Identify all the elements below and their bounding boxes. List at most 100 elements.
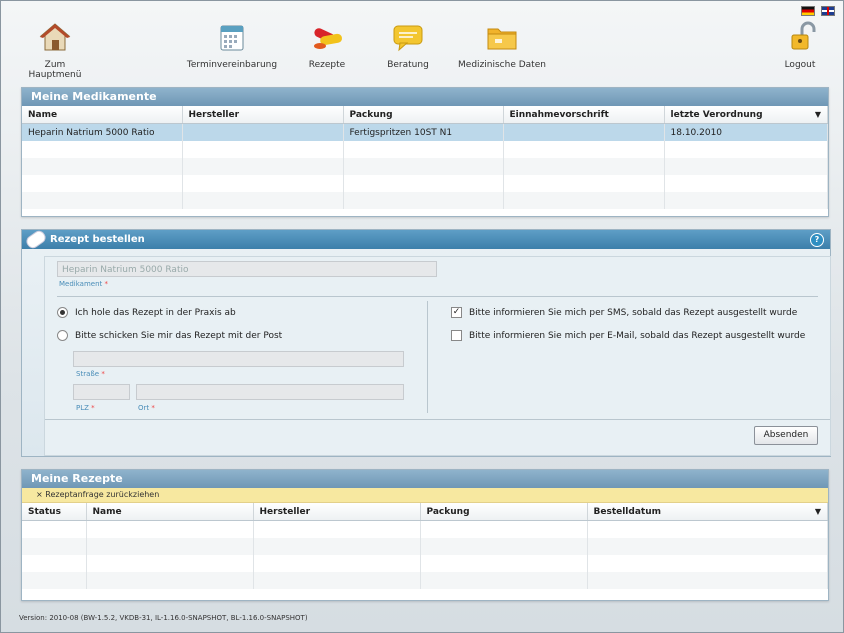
close-icon: × xyxy=(36,490,43,499)
zip-label: PLZ * xyxy=(76,404,95,412)
mail-radio[interactable] xyxy=(57,330,68,341)
col-header-status[interactable]: Status xyxy=(22,503,87,521)
prescriptions-header-row: Status Name Hersteller Packung Bestellda… xyxy=(22,503,828,521)
mail-option[interactable]: Bitte schicken Sie mir das Rezept mit de… xyxy=(57,330,282,341)
sort-down-icon[interactable]: ▼ xyxy=(815,507,821,516)
email-option[interactable]: Bitte informieren Sie mich per E-Mail, s… xyxy=(451,330,805,341)
nav-home[interactable]: Zum Hauptmenü xyxy=(17,21,93,80)
speech-bubble-icon xyxy=(393,25,423,52)
mail-label: Bitte schicken Sie mir das Rezept mit de… xyxy=(75,330,283,341)
table-row xyxy=(22,572,828,589)
table-row[interactable]: Heparin Natrium 5000 Ratio Fertigspritze… xyxy=(22,123,828,141)
app-window: Zum Hauptmenü Terminvereinbarung Rezepte xyxy=(0,0,844,633)
medications-title: Meine Medikamente xyxy=(22,88,828,106)
table-row xyxy=(22,175,828,192)
nav-consulting-label: Beratung xyxy=(387,60,429,70)
medication-field[interactable]: Heparin Natrium 5000 Ratio xyxy=(57,261,437,277)
col-header-order-date-label: Bestelldatum xyxy=(593,506,662,517)
street-label: Straße * xyxy=(76,370,105,378)
order-title-bar: Rezept bestellen ? xyxy=(22,228,830,251)
nav-appointments[interactable]: Terminvereinbarung xyxy=(185,21,279,70)
pickup-radio[interactable] xyxy=(57,307,68,318)
street-input[interactable] xyxy=(73,351,404,367)
pickup-option[interactable]: Ich hole das Rezept in der Praxis ab xyxy=(57,307,236,318)
table-row xyxy=(22,555,828,572)
prescriptions-table: Status Name Hersteller Packung Bestellda… xyxy=(22,503,828,589)
col-header-manufacturer[interactable]: Hersteller xyxy=(253,503,421,521)
sms-option[interactable]: ✓ Bitte informieren Sie mich per SMS, so… xyxy=(451,307,797,318)
vertical-divider xyxy=(427,301,428,413)
help-icon[interactable]: ? xyxy=(810,233,824,247)
sms-label: Bitte informieren Sie mich per SMS, soba… xyxy=(469,307,798,318)
table-row xyxy=(22,520,828,538)
required-marker: * xyxy=(91,404,95,412)
city-input[interactable] xyxy=(136,384,404,400)
withdraw-request-link[interactable]: × Rezeptanfrage zurückziehen xyxy=(22,488,828,503)
pills-icon xyxy=(314,28,342,49)
required-marker: * xyxy=(151,404,155,412)
nav-prescriptions-label: Rezepte xyxy=(308,60,346,70)
col-header-package[interactable]: Packung xyxy=(343,106,504,124)
table-row xyxy=(22,538,828,555)
email-label: Bitte informieren Sie mich per E-Mail, s… xyxy=(469,330,806,341)
table-row xyxy=(22,158,828,175)
pickup-label: Ich hole das Rezept in der Praxis ab xyxy=(75,307,236,318)
table-row xyxy=(22,141,828,158)
col-header-name[interactable]: Name xyxy=(22,106,183,124)
nav-medical-data-label: Medizinische Daten xyxy=(458,60,546,70)
folder-icon xyxy=(487,28,517,50)
col-header-package[interactable]: Packung xyxy=(420,503,588,521)
house-icon xyxy=(39,23,71,51)
language-switcher xyxy=(801,6,835,16)
order-panel: Rezept bestellen ? Heparin Natrium 5000 … xyxy=(21,228,831,457)
zip-input[interactable] xyxy=(73,384,130,400)
divider xyxy=(45,419,830,420)
medications-panel: Meine Medikamente Name Hersteller Packun… xyxy=(21,87,829,217)
medication-label-text: Medikament xyxy=(59,280,103,288)
cell-last-prescription: 18.10.2010 xyxy=(664,123,828,141)
prescriptions-panel: Meine Rezepte × Rezeptanfrage zurückzieh… xyxy=(21,469,829,601)
zip-label-text: PLZ xyxy=(76,404,89,412)
nav-logout-label: Logout xyxy=(784,60,816,70)
prescriptions-title: Meine Rezepte xyxy=(22,470,828,488)
withdraw-label: Rezeptanfrage zurückziehen xyxy=(45,490,160,499)
pill-icon xyxy=(24,228,48,251)
required-marker: * xyxy=(101,370,105,378)
nav-medical-data[interactable]: Medizinische Daten xyxy=(455,21,549,70)
col-header-instructions[interactable]: Einnahmevorschrift xyxy=(503,106,665,124)
cell-manufacturer xyxy=(182,123,344,141)
col-header-order-date[interactable]: Bestelldatum ▼ xyxy=(587,503,828,521)
version-info: Version: 2010-08 (BW-1.5.2, VKDB-31, IL-… xyxy=(19,614,308,622)
nav-logout[interactable]: Logout xyxy=(779,21,821,70)
nav-home-label: Zum Hauptmenü xyxy=(28,60,82,80)
city-label-text: Ort xyxy=(138,404,150,412)
col-header-name[interactable]: Name xyxy=(86,503,254,521)
order-form: Heparin Natrium 5000 Ratio Medikament * … xyxy=(44,256,831,456)
nav-appointments-label: Terminvereinbarung xyxy=(186,60,278,70)
col-header-manufacturer[interactable]: Hersteller xyxy=(182,106,344,124)
calendar-icon xyxy=(220,25,244,51)
col-header-last-prescription-label: letzte Verordnung xyxy=(670,109,763,120)
submit-button[interactable]: Absenden xyxy=(754,426,818,445)
sort-down-icon[interactable]: ▼ xyxy=(815,110,821,119)
order-title: Rezept bestellen xyxy=(50,234,145,245)
english-flag-icon[interactable] xyxy=(821,6,835,16)
cell-name: Heparin Natrium 5000 Ratio xyxy=(22,123,183,141)
divider xyxy=(57,296,818,297)
sms-checkbox[interactable]: ✓ xyxy=(451,307,462,318)
col-header-last-prescription[interactable]: letzte Verordnung ▼ xyxy=(664,106,828,124)
nav-prescriptions[interactable]: Rezepte xyxy=(303,21,351,70)
required-marker: * xyxy=(104,280,109,288)
nav-consulting[interactable]: Beratung xyxy=(381,21,435,70)
cell-package: Fertigspritzen 10ST N1 xyxy=(343,123,504,141)
medications-header-row: Name Hersteller Packung Einnahmevorschri… xyxy=(22,106,828,124)
cell-instructions xyxy=(503,123,665,141)
padlock-icon xyxy=(791,21,816,50)
city-label: Ort * xyxy=(138,404,155,412)
german-flag-icon[interactable] xyxy=(801,6,815,16)
street-label-text: Straße xyxy=(76,370,100,378)
medication-label: Medikament * xyxy=(59,280,108,288)
table-row xyxy=(22,192,828,209)
medications-table: Name Hersteller Packung Einnahmevorschri… xyxy=(22,106,828,209)
email-checkbox[interactable] xyxy=(451,330,462,341)
